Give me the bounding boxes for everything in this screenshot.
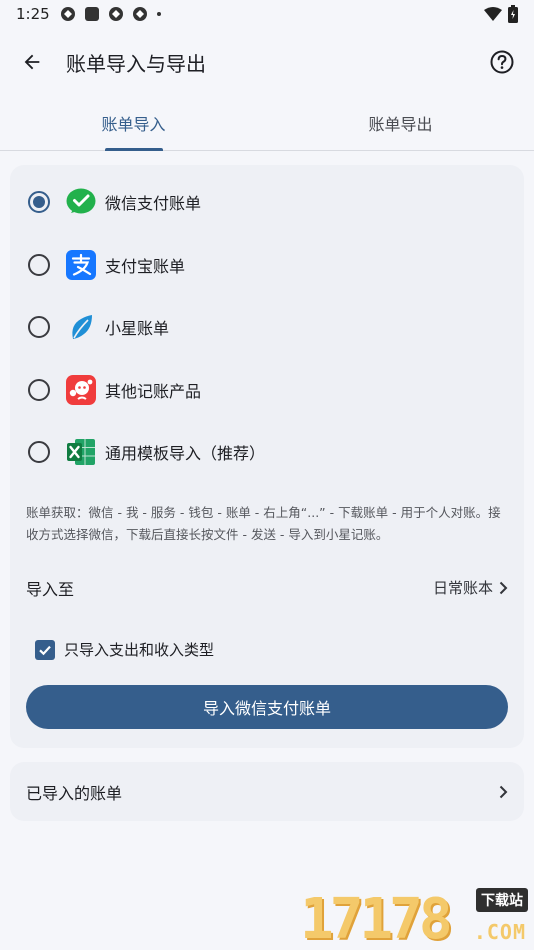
notification-app-icon xyxy=(132,7,147,21)
destination-value: 日常账本 xyxy=(432,579,493,597)
notification-square-icon xyxy=(84,7,99,21)
watermark-tag: 下载站 xyxy=(476,888,528,912)
source-option-wechat[interactable]: 微信支付账单 xyxy=(10,171,524,234)
app-bar: 账单导入与导出 xyxy=(0,28,534,96)
checkmark-icon xyxy=(39,645,51,655)
source-label: 小星账单 xyxy=(105,319,170,339)
tab-bar: 账单导入 账单导出 xyxy=(0,96,534,151)
back-button[interactable] xyxy=(18,48,46,76)
wifi-icon xyxy=(484,7,502,21)
alipay-icon xyxy=(66,249,96,280)
chevron-right-icon xyxy=(499,785,508,798)
source-option-xiaoxing[interactable]: 小星账单 xyxy=(10,296,524,359)
only-types-label: 只导入支出和收入类型 xyxy=(64,641,215,659)
help-button[interactable] xyxy=(488,48,516,76)
notification-app-icon xyxy=(108,7,123,21)
only-types-checkbox[interactable] xyxy=(35,639,55,660)
imported-bills-label: 已导入的账单 xyxy=(26,783,123,803)
wechat-pay-icon xyxy=(66,188,96,214)
tab-export[interactable]: 账单导出 xyxy=(267,96,534,150)
radio-button[interactable] xyxy=(28,191,50,214)
source-option-other[interactable]: 其他记账产品 xyxy=(10,359,524,422)
import-destination-row[interactable]: 导入至 日常账本 xyxy=(10,560,524,616)
source-label: 其他记账产品 xyxy=(105,381,202,401)
watermark-domain: .COM xyxy=(473,920,526,944)
battery-icon xyxy=(508,5,518,23)
import-button[interactable]: 导入微信支付账单 xyxy=(26,684,508,729)
status-time: 1:25 xyxy=(16,5,50,23)
import-card: 微信支付账单 支付宝账单 小星账单 其他记账产品 通用模板导入（推荐） 账单获取… xyxy=(10,165,524,748)
radio-button[interactable] xyxy=(28,441,50,464)
help-icon xyxy=(490,50,514,74)
radio-button[interactable] xyxy=(28,378,50,401)
destination-label: 导入至 xyxy=(26,579,75,599)
excel-icon xyxy=(67,439,95,466)
radio-button[interactable] xyxy=(28,316,50,339)
source-option-alipay[interactable]: 支付宝账单 xyxy=(10,234,524,297)
page-title: 账单导入与导出 xyxy=(66,51,206,76)
import-hint-text: 账单获取：微信 - 我 - 服务 - 钱包 - 账单 - 右上角“...” - … xyxy=(26,504,501,542)
site-watermark-logo: 17178 下载站 .COM xyxy=(300,887,530,950)
notification-app-icon xyxy=(60,7,75,21)
arrow-left-icon xyxy=(24,54,40,70)
other-app-icon xyxy=(66,374,96,405)
status-bar: 1:25 xyxy=(0,0,534,28)
dot-icon xyxy=(156,12,161,16)
watermark-digits: 17178 xyxy=(300,887,453,950)
radio-button[interactable] xyxy=(28,253,50,276)
source-label: 微信支付账单 xyxy=(105,194,202,214)
source-label: 通用模板导入（推荐） xyxy=(105,444,266,464)
only-types-checkbox-row[interactable]: 只导入支出和收入类型 xyxy=(10,624,524,676)
tab-import[interactable]: 账单导入 xyxy=(0,96,267,150)
chevron-right-icon xyxy=(499,581,508,594)
imported-bills-row[interactable]: 已导入的账单 xyxy=(10,762,524,821)
source-label: 支付宝账单 xyxy=(105,256,186,276)
source-option-template[interactable]: 通用模板导入（推荐） xyxy=(10,421,524,484)
destination-value-group: 日常账本 xyxy=(433,577,508,598)
leaf-icon xyxy=(72,315,92,340)
